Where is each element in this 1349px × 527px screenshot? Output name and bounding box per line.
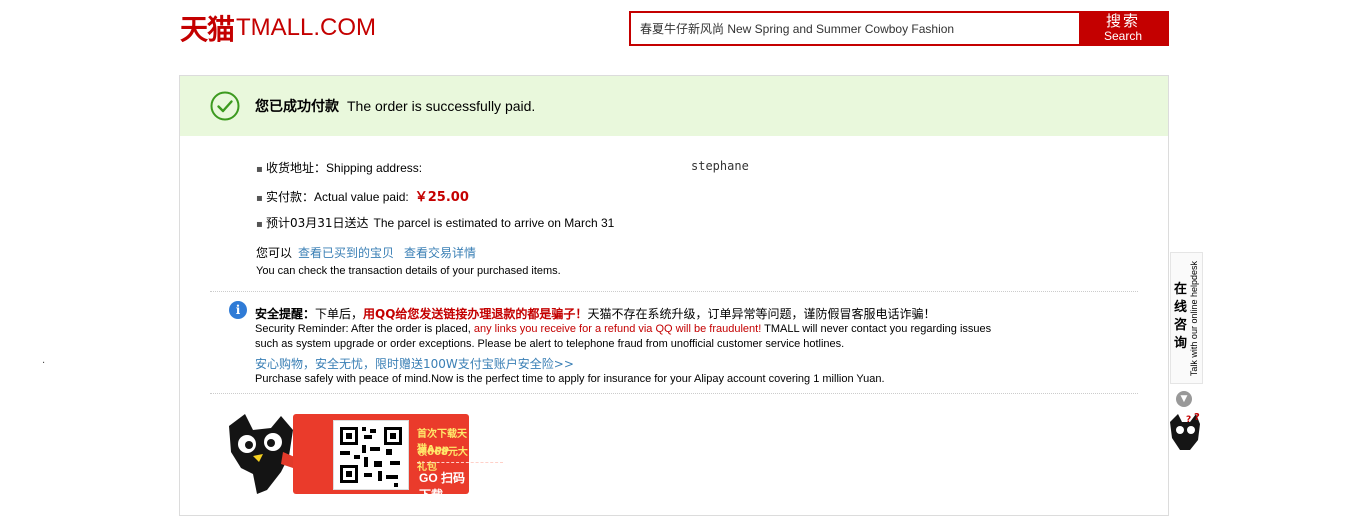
online-helpdesk-tab[interactable]: 在线咨询 Talk with our online helpdesk: [1170, 252, 1203, 384]
shipping-address-row: ▪ 收货地址： Shipping address:: [256, 159, 422, 176]
chevron-down-icon[interactable]: ▼: [1176, 391, 1192, 407]
bullet-icon: ▪: [256, 193, 263, 204]
promo-divider: [417, 462, 503, 463]
helpdesk-label-en: Talk with our online helpdesk: [1189, 261, 1199, 377]
success-title-en: The order is successfully paid.: [347, 98, 536, 114]
tmall-cat-mascot-icon: [229, 414, 297, 494]
helpdesk-label-cn: 在线咨询: [1174, 282, 1188, 351]
divider: [210, 393, 1138, 394]
shipping-address-label-en: Shipping address:: [326, 161, 423, 175]
app-download-promo[interactable]: 首次下载天猫App 领668元大礼包 GO 扫码下载: [223, 412, 503, 502]
view-purchased-link[interactable]: 查看已买到的宝贝: [298, 244, 394, 261]
eta-en: The parcel is estimated to arrive on Mar…: [373, 216, 615, 230]
shipping-address-label-cn: 收货地址：: [266, 161, 327, 175]
search-bar: 搜索 Search: [629, 11, 1169, 46]
insurance-link[interactable]: 安心购物，安全无忧，限时赠送100W支付宝账户安全险>>: [255, 355, 574, 372]
success-title-cn: 您已成功付款: [255, 99, 339, 115]
success-check-icon: [210, 91, 240, 121]
success-banner: 您已成功付款 The order is successfully paid.: [180, 76, 1168, 136]
logo-cn-text: 天猫: [180, 13, 235, 46]
security-title-cn: 安全提醒：: [255, 307, 316, 321]
helpdesk-cat-icon[interactable]: ? ?: [1168, 410, 1206, 452]
paid-label-cn: 实付款：: [266, 190, 315, 204]
security-line-cn: 安全提醒：下单后，用QQ给您发送链接办理退款的都是骗子！天猫不存在系统升级，订单…: [255, 305, 935, 322]
qr-code: [333, 420, 409, 490]
search-button-label-cn: 搜索: [1105, 13, 1140, 30]
search-button-label-en: Search: [1103, 29, 1143, 43]
order-result-panel: 您已成功付款 The order is successfully paid. ▪…: [179, 75, 1169, 516]
search-button[interactable]: 搜索 Search: [1079, 13, 1167, 44]
bullet-icon: ▪: [256, 164, 263, 175]
paid-amount-row: ▪ 实付款： Actual value paid: ￥25.00: [256, 186, 469, 205]
security-warning-en: any links you receive for a refund via Q…: [473, 323, 762, 335]
svg-text:?: ?: [1194, 412, 1200, 423]
paid-label-en: Actual value paid:: [314, 190, 409, 204]
stray-dot: .: [42, 355, 46, 366]
eta-cn: 预计03月31日送达: [266, 216, 369, 230]
search-input[interactable]: [631, 13, 1079, 44]
divider: [210, 291, 1138, 292]
eta-row: ▪ 预计03月31日送达 The parcel is estimated to …: [256, 214, 614, 231]
paid-amount: ￥25.00: [414, 190, 469, 205]
security-line-en-1: Security Reminder: After the order is pl…: [255, 323, 991, 335]
security-warning-cn: 用QQ给您发送链接办理退款的都是骗子！: [363, 307, 588, 321]
security-text-cn-2: 天猫不存在系统升级，订单异常等问题，谨防假冒客服电话诈骗！: [587, 307, 936, 321]
info-icon: i: [229, 301, 247, 319]
view-details-link[interactable]: 查看交易详情: [404, 244, 476, 261]
logo-en-text: TMALL.COM: [236, 14, 377, 41]
security-line-en-2: such as system upgrade or order exceptio…: [255, 338, 845, 350]
qr-code-icon: [340, 427, 402, 487]
security-text-cn-1: 下单后，: [315, 307, 364, 321]
view-links-row: 您可以 查看已买到的宝贝 查看交易详情: [256, 244, 476, 261]
check-details-en: You can check the transaction details of…: [256, 265, 561, 277]
bullet-icon: ▪: [256, 219, 263, 230]
security-text-en-1: Security Reminder: After the order is pl…: [255, 323, 474, 335]
you-can-text: 您可以: [256, 246, 293, 260]
tmall-logo[interactable]: 天猫 TMALL.COM: [180, 12, 377, 46]
promo-go-button[interactable]: GO 扫码下载: [419, 469, 473, 503]
security-text-en-2: TMALL will never contact you regarding i…: [761, 323, 992, 335]
svg-text:?: ?: [1186, 415, 1191, 425]
insurance-text-en: Purchase safely with peace of mind.Now i…: [255, 373, 885, 385]
recipient-name: stephane: [691, 159, 749, 173]
